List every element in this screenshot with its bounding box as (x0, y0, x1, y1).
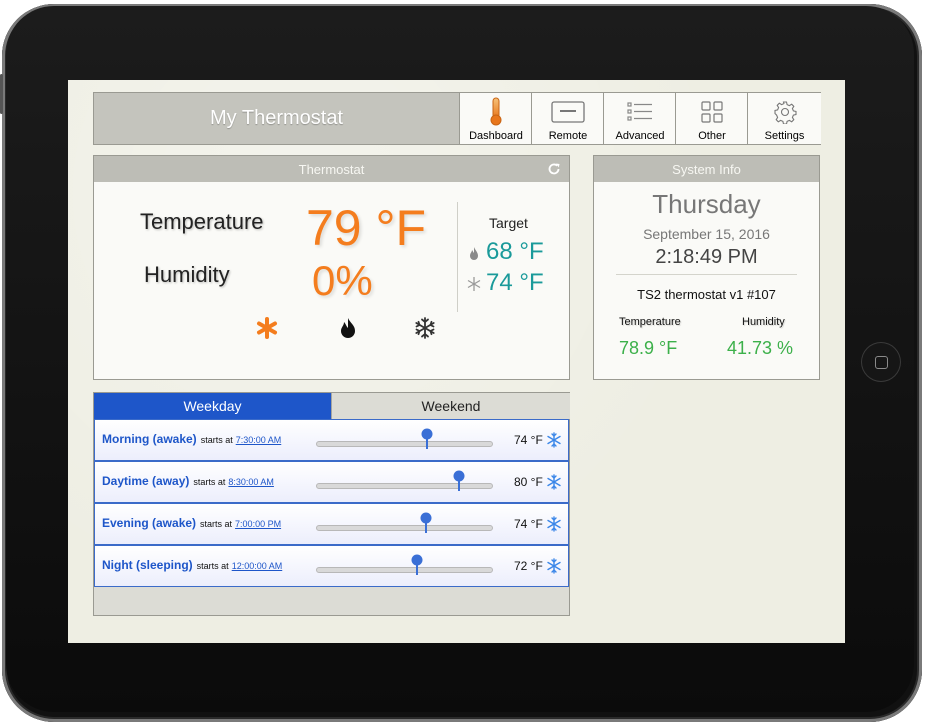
flame-icon (470, 247, 478, 260)
target-heat-value[interactable]: 68 °F (486, 238, 544, 266)
schedule-period-name: Evening (awake) (102, 516, 197, 530)
gear-icon (773, 101, 797, 124)
tab-weekend[interactable]: Weekend (331, 393, 570, 419)
nav-label: Other (698, 130, 726, 142)
starts-at-label: starts at (200, 435, 233, 445)
thermostat-panel: Thermostat Temperature 79 °F Humidity 0%… (93, 155, 570, 380)
flame-mode-icon[interactable] (336, 316, 360, 340)
slider-handle[interactable] (421, 428, 433, 450)
schedule-panel: Weekday Weekend Morning (awake) starts at… (93, 392, 570, 616)
target-cool-value[interactable]: 74 °F (486, 269, 544, 297)
schedule-row: Daytime (away) starts at 8:30:00 AM 80 °F (94, 461, 569, 503)
temperature-slider[interactable] (316, 512, 493, 533)
top-nav-bar: My Thermostat Dashboard Remote Advanced … (93, 92, 821, 145)
app-screen: My Thermostat Dashboard Remote Advanced … (68, 80, 845, 643)
slider-handle[interactable] (453, 470, 465, 492)
thermometer-icon (490, 97, 502, 126)
temperature-label: Temperature (140, 209, 264, 234)
date-label: September 15, 2016 (643, 226, 770, 242)
schedule-time-link[interactable]: 8:30:00 AM (228, 477, 274, 487)
schedule-temp-value: 74 °F (514, 517, 543, 531)
slider-handle[interactable] (411, 554, 423, 576)
divider (457, 202, 458, 312)
schedule-time-link[interactable]: 12:00:00 AM (232, 561, 283, 571)
time-label: 2:18:49 PM (655, 246, 758, 268)
divider (616, 274, 797, 275)
thermostat-panel-title: Thermostat (298, 161, 365, 177)
side-button (0, 74, 3, 114)
system-info-title: System Info (672, 161, 741, 177)
refresh-icon[interactable] (547, 162, 561, 176)
snowflake-icon[interactable] (546, 558, 562, 574)
device-name: TS2 thermostat v1 #107 (637, 287, 776, 302)
nav-label: Dashboard (469, 130, 523, 142)
schedule-period-name: Morning (awake) (102, 432, 197, 446)
snowflake-icon[interactable] (546, 516, 562, 532)
snowflake-icon[interactable] (546, 474, 562, 490)
info-temperature-label: Temperature (619, 316, 681, 328)
nav-other-button[interactable]: Other (675, 93, 748, 144)
nav-label: Advanced (615, 130, 665, 142)
snowflake-mode-icon[interactable] (413, 316, 437, 340)
schedule-row: Morning (awake) starts at 7:30:00 AM 74 °F (94, 419, 569, 461)
temperature-slider[interactable] (316, 554, 493, 575)
schedule-temp-value: 80 °F (514, 475, 543, 489)
day-label: Thursday (652, 189, 761, 219)
snowflake-icon (467, 277, 481, 291)
home-button[interactable] (861, 342, 901, 382)
schedule-row-name: Evening (awake) starts at 7:00:00 PM (102, 516, 281, 530)
target-label: Target (489, 215, 528, 231)
humidity-label: Humidity (144, 262, 230, 287)
schedule-temp-value: 72 °F (514, 559, 543, 573)
schedule-time-link[interactable]: 7:30:00 AM (236, 435, 282, 445)
system-info-panel: System Info Thursday September 15, 2016 … (593, 155, 820, 380)
starts-at-label: starts at (193, 477, 226, 487)
schedule-row: Night (sleeping) starts at 12:00:00 AM 72 °… (94, 545, 569, 587)
list-icon (627, 102, 652, 121)
schedule-time-link[interactable]: 7:00:00 PM (235, 519, 281, 529)
grid-icon (701, 101, 723, 123)
slider-handle[interactable] (420, 512, 432, 534)
nav-dashboard-button[interactable]: Dashboard (459, 93, 532, 144)
thermostat-panel-header: Thermostat (94, 156, 569, 182)
temperature-value: 79 °F (306, 200, 427, 256)
schedule-period-name: Daytime (away) (102, 474, 190, 488)
info-humidity-value: 41.73 % (727, 338, 794, 358)
snowflake-icon[interactable] (546, 432, 562, 448)
starts-at-label: starts at (196, 561, 229, 571)
temperature-slider[interactable] (316, 428, 493, 449)
schedule-row-name: Morning (awake) starts at 7:30:00 AM (102, 432, 281, 446)
fan-icon[interactable] (255, 316, 279, 340)
home-button-icon (875, 356, 888, 369)
system-info-header: System Info (594, 156, 819, 182)
nav-advanced-button[interactable]: Advanced (603, 93, 676, 144)
app-title: My Thermostat (210, 107, 343, 129)
humidity-value: 0% (312, 257, 373, 304)
nav-remote-button[interactable]: Remote (531, 93, 604, 144)
schedule-row-name: Night (sleeping) starts at 12:00:00 AM (102, 558, 282, 572)
nav-label: Remote (548, 130, 588, 142)
nav-label: Settings (764, 130, 805, 142)
starts-at-label: starts at (200, 519, 233, 529)
schedule-row: Evening (awake) starts at 7:00:00 PM 74 °F (94, 503, 569, 545)
nav-settings-button[interactable]: Settings (747, 93, 821, 144)
info-temperature-value: 78.9 °F (619, 338, 678, 358)
remote-icon (551, 101, 585, 123)
schedule-period-name: Night (sleeping) (102, 558, 193, 572)
schedule-temp-value: 74 °F (514, 433, 543, 447)
tab-weekday[interactable]: Weekday (94, 393, 331, 419)
temperature-slider[interactable] (316, 470, 493, 491)
schedule-row-name: Daytime (away) starts at 8:30:00 AM (102, 474, 274, 488)
info-humidity-label: Humidity (742, 316, 785, 328)
